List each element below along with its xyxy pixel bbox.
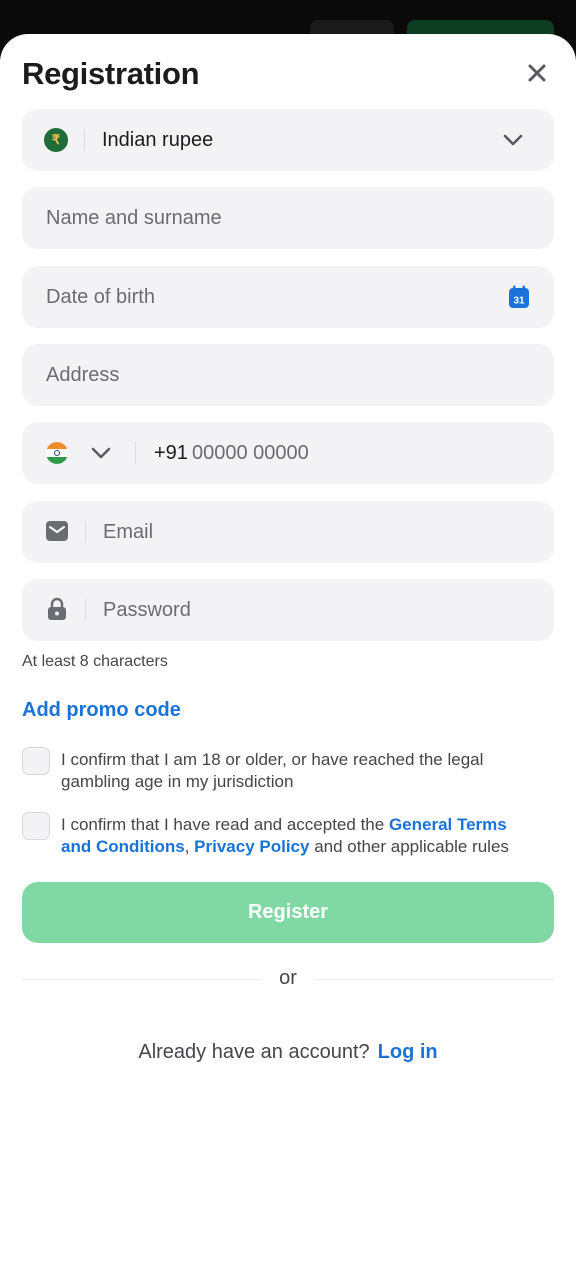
close-icon[interactable]: [522, 58, 552, 88]
field-divider: [85, 521, 86, 543]
age-confirm-checkbox[interactable]: [22, 747, 50, 775]
rupee-coin-icon: ₹: [44, 128, 68, 152]
calendar-day: 31: [513, 296, 525, 307]
terms-confirm-label: I confirm that I have read and accepted …: [61, 814, 541, 858]
or-divider-left: [22, 979, 260, 980]
login-prompt-row: Already have an account? Log in: [0, 1041, 576, 1064]
age-confirm-label: I confirm that I am 18 or older, or have…: [61, 750, 484, 791]
or-label: or: [279, 967, 297, 989]
password-hint: At least 8 characters: [22, 653, 168, 670]
currency-select[interactable]: ₹ Indian rupee: [22, 109, 554, 171]
email-field[interactable]: Email: [22, 501, 554, 563]
phone-placeholder: 00000 00000: [192, 442, 309, 464]
password-field[interactable]: Password: [22, 579, 554, 641]
registration-sheet: Registration ₹ Indian rupee Name and sur…: [0, 34, 576, 1280]
address-placeholder: Address: [46, 364, 120, 386]
login-prompt: Already have an account?: [138, 1041, 370, 1063]
india-flag-icon[interactable]: [46, 442, 68, 464]
field-divider: [135, 442, 136, 464]
privacy-policy-link[interactable]: Privacy Policy: [194, 837, 309, 856]
register-button[interactable]: Register: [22, 882, 554, 943]
chevron-down-icon: [503, 134, 523, 146]
date-of-birth-field[interactable]: Date of birth 31: [22, 266, 554, 328]
terms-confirm-checkbox[interactable]: [22, 812, 50, 840]
terms-prefix: I confirm that I have read and accepted …: [61, 815, 389, 834]
calendar-icon[interactable]: 31: [508, 285, 530, 309]
add-promo-code-link[interactable]: Add promo code: [22, 699, 181, 722]
currency-value: Indian rupee: [102, 129, 214, 151]
field-divider: [85, 599, 86, 621]
phone-country-code: +91: [154, 442, 188, 464]
log-in-link[interactable]: Log in: [378, 1041, 438, 1063]
page-title: Registration: [22, 56, 200, 91]
dob-placeholder: Date of birth: [46, 286, 155, 308]
phone-field[interactable]: +91 00000 00000: [22, 422, 554, 484]
lock-icon: [48, 597, 66, 620]
email-placeholder: Email: [103, 521, 154, 543]
terms-suffix: and other applicable rules: [309, 837, 509, 856]
chevron-down-icon[interactable]: [90, 444, 112, 462]
name-field[interactable]: Name and surname: [22, 187, 554, 249]
envelope-icon: [46, 521, 68, 541]
address-field[interactable]: Address: [22, 344, 554, 406]
field-divider: [84, 129, 85, 151]
name-placeholder: Name and surname: [46, 207, 222, 229]
terms-separator: ,: [184, 837, 195, 856]
password-placeholder: Password: [103, 599, 191, 621]
or-divider-right: [316, 979, 554, 980]
